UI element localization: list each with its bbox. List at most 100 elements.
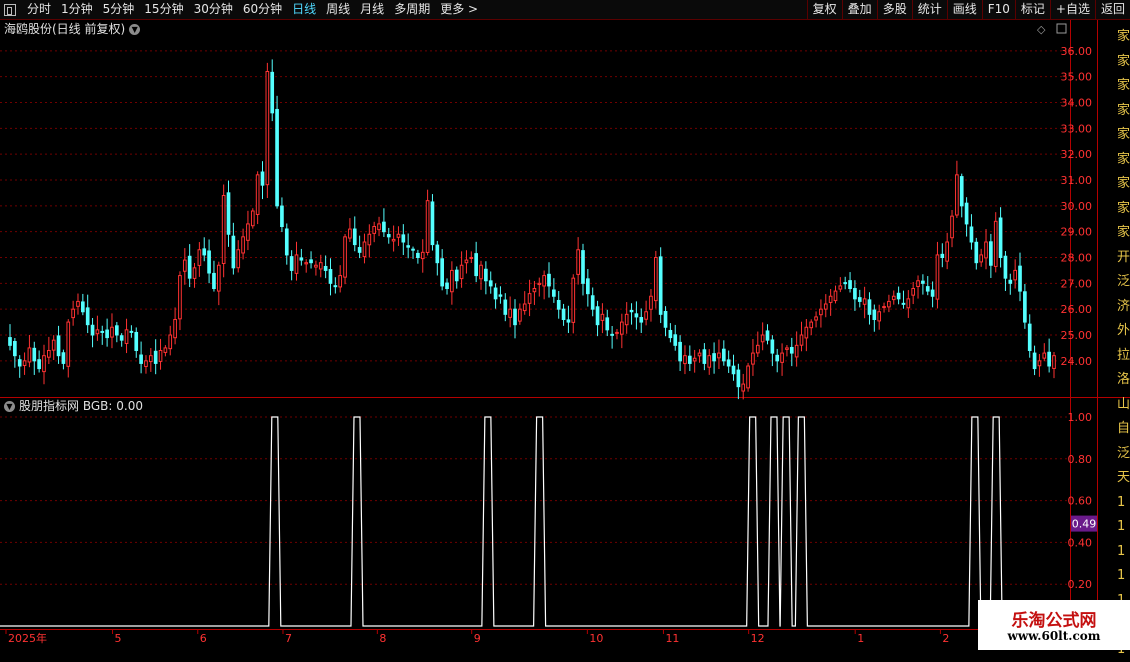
side-list-item[interactable]: 家	[1117, 49, 1130, 74]
candle-body	[731, 365, 736, 375]
candle-body	[479, 264, 483, 280]
side-list-item[interactable]: 1	[1117, 514, 1130, 539]
candle-body	[114, 325, 119, 336]
candle-body	[284, 228, 289, 256]
y-tick-label: 24.00	[1061, 355, 1093, 368]
side-list-item[interactable]: 家	[1117, 98, 1130, 123]
candle-body	[581, 250, 585, 284]
square-icon	[1056, 23, 1067, 34]
candle-body	[950, 215, 954, 239]
candle-body	[857, 297, 862, 302]
side-list-item[interactable]: 家	[1117, 147, 1130, 172]
candle-body	[289, 256, 294, 271]
candle-body	[522, 303, 527, 312]
candle-body	[916, 280, 920, 287]
candle-body	[1013, 269, 1017, 281]
candle-body	[348, 228, 352, 239]
candle-body	[328, 269, 333, 284]
candle-body	[386, 234, 391, 238]
side-list-item[interactable]: 开	[1117, 245, 1130, 270]
candle-body	[488, 280, 493, 287]
candle-body	[561, 308, 566, 320]
candle-body	[304, 262, 309, 265]
side-list-item[interactable]: 家	[1117, 122, 1130, 147]
watermark: 乐淘公式网 www.60lt.com	[978, 600, 1130, 650]
candle-body	[158, 350, 163, 362]
candle-body	[959, 176, 964, 207]
candle-body	[246, 223, 250, 241]
candle-body	[153, 350, 158, 364]
indicator-tick-label: 1.00	[1068, 411, 1093, 424]
diamond-icon: ◇	[1037, 23, 1046, 36]
candle-body	[547, 273, 551, 287]
side-list-item[interactable]: 家	[1117, 220, 1130, 245]
candle-body	[71, 308, 75, 319]
side-list-item[interactable]: 1	[1117, 490, 1130, 515]
side-list-item[interactable]: 泛	[1117, 441, 1130, 466]
side-list-item[interactable]: 自	[1117, 416, 1130, 441]
side-list-item[interactable]: 洛	[1117, 367, 1130, 392]
side-list-item[interactable]: 山	[1117, 392, 1130, 417]
side-list-item[interactable]: 拉	[1117, 343, 1130, 368]
candle-body	[828, 295, 833, 303]
side-list-item[interactable]: 外	[1117, 318, 1130, 343]
candle-body	[649, 295, 653, 310]
candle-body	[887, 300, 891, 308]
candle-body	[464, 259, 469, 264]
candle-body	[687, 355, 692, 364]
candle-body	[318, 262, 323, 270]
x-tick-label: 8	[379, 632, 386, 645]
candle-body	[576, 249, 580, 275]
candle-body	[508, 308, 512, 318]
candle-body	[357, 247, 362, 253]
y-tick-label: 29.00	[1061, 226, 1093, 239]
candle-body	[173, 319, 177, 339]
side-list-item[interactable]: 天	[1117, 465, 1130, 490]
candle-body	[163, 347, 168, 353]
candle-body	[406, 245, 411, 248]
candle-body	[314, 264, 318, 268]
candle-body	[760, 334, 765, 343]
indicator-tick-label: 0.20	[1068, 578, 1093, 591]
candle-body	[13, 341, 17, 357]
kline-chart[interactable]: 36.00 35.00 34.00 33.00 32.00 31.00 30.00 29.00…	[0, 0, 1130, 650]
candle-body	[8, 337, 12, 346]
candle-body	[513, 308, 517, 326]
candle-body	[265, 71, 270, 186]
candle-body	[498, 294, 503, 297]
candle-body	[352, 228, 357, 246]
candle-body	[683, 355, 687, 365]
candle-body	[644, 311, 648, 320]
side-list-item[interactable]: 1	[1117, 539, 1130, 564]
x-tick-label: 7	[285, 632, 292, 645]
candle-body	[712, 353, 716, 362]
x-tick-label: 10	[589, 632, 603, 645]
candle-body	[1023, 291, 1027, 323]
candle-body	[450, 269, 454, 293]
side-list-item[interactable]: 1	[1117, 563, 1130, 588]
x-tick-label: 5	[115, 632, 122, 645]
side-list-item[interactable]: 泛	[1117, 269, 1130, 294]
candle-body	[85, 307, 90, 326]
candle-body	[236, 249, 241, 269]
candle-body	[741, 383, 746, 392]
candle-body	[610, 333, 614, 336]
candle-body	[702, 349, 707, 364]
candle-body	[964, 202, 969, 225]
candle-body	[721, 348, 726, 362]
side-list-item[interactable]: 济	[1117, 294, 1130, 319]
candle-body	[1037, 360, 1042, 367]
candle-body	[940, 253, 945, 258]
candle-body	[411, 248, 415, 251]
candle-body	[425, 200, 430, 253]
candle-body	[333, 285, 338, 288]
side-list-item[interactable]: 家	[1117, 196, 1130, 221]
side-list-item[interactable]: 家	[1117, 73, 1130, 98]
candle-body	[848, 280, 852, 289]
candle-body	[998, 217, 1003, 258]
side-list-item[interactable]: 家	[1117, 24, 1130, 49]
side-list-item[interactable]: 家	[1117, 171, 1130, 196]
candle-body	[789, 346, 794, 354]
candle-body	[639, 317, 644, 323]
candle-body	[518, 308, 522, 322]
